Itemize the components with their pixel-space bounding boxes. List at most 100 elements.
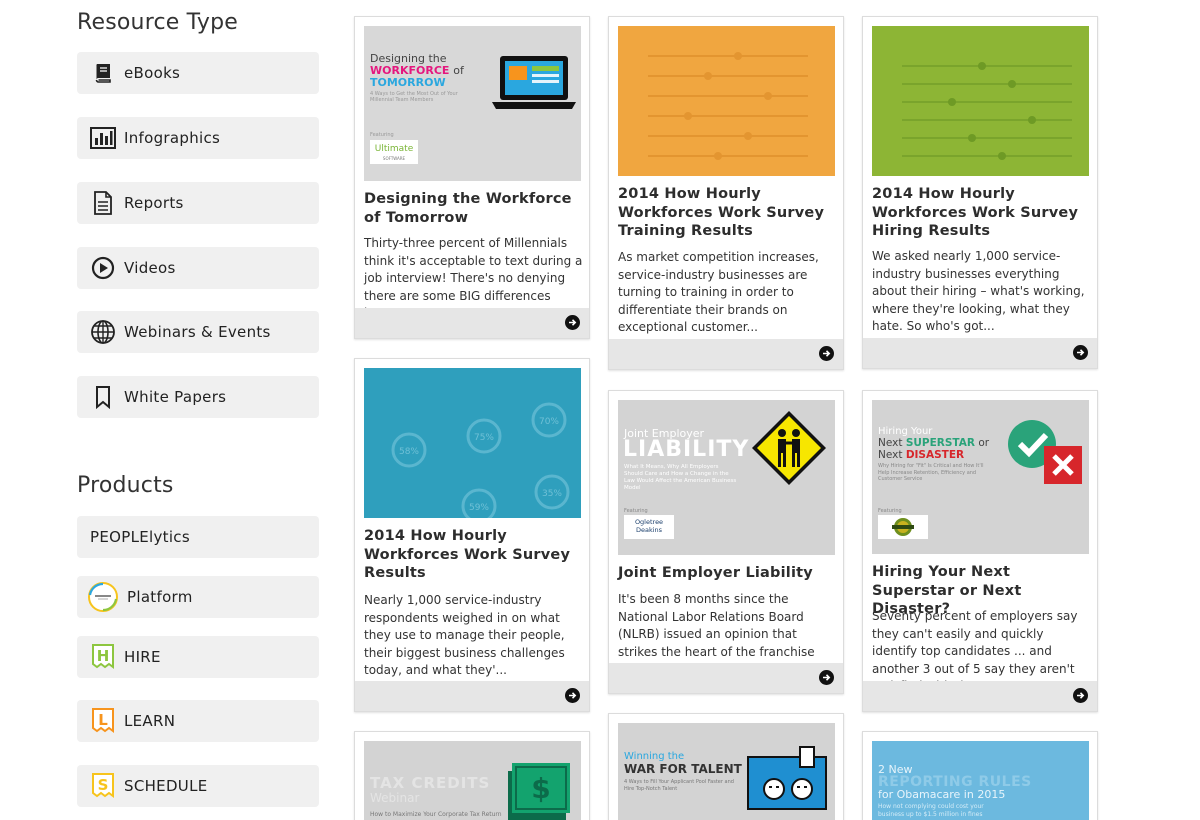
product-peoplelytics-button[interactable]: PEOPLElytics xyxy=(77,516,319,558)
filter-videos-label: Videos xyxy=(124,259,176,277)
thumb-text: for Obamacare in 2015 xyxy=(878,788,1006,801)
thumb-text: Hiring Your xyxy=(878,426,933,437)
resource-card[interactable]: 2014 How Hourly Workforces Work Survey T… xyxy=(608,16,844,370)
card-title[interactable]: Designing the Workforce of Tomorrow xyxy=(364,190,582,227)
document-icon xyxy=(90,190,116,216)
stat-label: 70% xyxy=(539,417,559,427)
card-description: As market competition increases, service… xyxy=(618,250,819,335)
platform-logo-icon xyxy=(87,581,119,613)
product-hire-label: HIRE xyxy=(124,648,161,666)
card-title[interactable]: Joint Employer Liability xyxy=(618,564,836,583)
thumb-text: TAX CREDITS xyxy=(370,774,491,792)
thumb-text: Why Hiring for "Fit" Is Critical and How… xyxy=(878,463,984,482)
resource-card[interactable]: Hiring Your Next SUPERSTAR or Next DISAS… xyxy=(862,390,1098,712)
thumb-text: Featuring xyxy=(878,508,902,514)
money-icon: $ xyxy=(508,763,570,820)
product-learn-button[interactable]: L LEARN xyxy=(77,700,319,742)
arrow-right-icon[interactable] xyxy=(819,346,834,361)
products-heading: Products xyxy=(77,473,174,498)
arrow-right-icon[interactable] xyxy=(1073,345,1088,360)
card-description: Nearly 1,000 service-industry respondent… xyxy=(364,593,565,678)
learn-logo-letter: L xyxy=(98,711,108,729)
resource-card[interactable]: Joint Employer LIABILITY What It Means, … xyxy=(608,390,844,694)
card-title[interactable]: 2014 How Hourly Workforces Work Survey T… xyxy=(618,185,836,241)
card-thumbnail[interactable]: Hiring Your Next SUPERSTAR or Next DISAS… xyxy=(872,400,1089,554)
filter-white-papers-button[interactable]: White Papers xyxy=(77,376,319,418)
card-thumbnail[interactable]: TAX CREDITS Webinar How to Maximize Your… xyxy=(364,741,581,820)
card-thumbnail[interactable]: Winning the WAR FOR TALENT 4 Ways to Fil… xyxy=(618,723,835,820)
card-thumbnail[interactable]: Joint Employer LIABILITY What It Means, … xyxy=(618,400,835,555)
card-description: We asked nearly 1,000 service-industry b… xyxy=(872,249,1085,334)
resource-card[interactable]: TAX CREDITS Webinar How to Maximize Your… xyxy=(354,731,590,820)
filter-ebooks-button[interactable]: eBooks xyxy=(77,52,319,94)
thumb-text: 4 Ways to Get the Most Out of Your Mille… xyxy=(370,91,458,103)
ultimate-logo: Ultimate SOFTWARE xyxy=(370,140,418,164)
sponsor-logo xyxy=(878,515,928,539)
product-learn-label: LEARN xyxy=(124,712,176,730)
product-hire-button[interactable]: H HIRE xyxy=(77,636,319,678)
thumb-text: How to Maximize Your Corporate Tax Retur… xyxy=(370,811,502,818)
filter-reports-label: Reports xyxy=(124,194,184,212)
thumb-text: How not complying could cost your busine… xyxy=(878,803,984,818)
filter-reports-button[interactable]: Reports xyxy=(77,182,319,224)
bar-chart-icon xyxy=(90,125,116,151)
play-icon xyxy=(90,255,116,281)
bookmark-icon xyxy=(90,384,116,410)
ogletree-logo: Ogletree Deakins xyxy=(624,515,674,539)
arrow-right-icon[interactable] xyxy=(565,315,580,330)
svg-text:$: $ xyxy=(531,772,550,805)
thumb-text: Next xyxy=(878,437,903,449)
thumb-text: Webinar xyxy=(370,791,420,805)
resource-card[interactable]: 2014 How Hourly Workforces Work Survey H… xyxy=(862,16,1098,369)
thumb-text: What It Means, Why All Employers Should … xyxy=(624,464,737,491)
thumb-text: DISASTER xyxy=(905,449,965,461)
product-platform-label: Platform xyxy=(127,588,193,606)
filter-infographics-button[interactable]: Infographics xyxy=(77,117,319,159)
card-thumbnail[interactable]: Designing the WORKFORCE of TOMORROW 4 Wa… xyxy=(364,26,581,181)
card-footer xyxy=(863,338,1097,368)
arrow-right-icon[interactable] xyxy=(1073,688,1088,703)
thumb-text: TOMORROW xyxy=(370,76,446,89)
product-peoplelytics-label: PEOPLElytics xyxy=(90,528,190,546)
card-title[interactable]: 2014 How Hourly Workforces Work Survey R… xyxy=(364,527,582,583)
thumb-text: or xyxy=(978,437,990,449)
schedule-logo-letter: S xyxy=(98,776,109,794)
card-thumbnail[interactable] xyxy=(872,26,1089,176)
thumb-text: WAR FOR TALENT xyxy=(624,762,742,776)
thumb-text: SOFTWARE xyxy=(382,156,406,161)
resource-card[interactable]: Winning the WAR FOR TALENT 4 Ways to Fil… xyxy=(608,713,844,820)
arrow-right-icon[interactable] xyxy=(565,688,580,703)
resource-type-heading: Resource Type xyxy=(77,10,239,35)
thumb-text: SUPERSTAR xyxy=(905,437,975,449)
resource-card[interactable]: Designing the WORKFORCE of TOMORROW 4 Wa… xyxy=(354,16,590,339)
arrow-right-icon[interactable] xyxy=(819,670,834,685)
learn-logo-icon: L xyxy=(90,708,116,734)
filter-webinars-events-button[interactable]: Webinars & Events xyxy=(77,311,319,353)
thumb-text: 4 Ways to Fill Your Applicant Pool Faste… xyxy=(624,779,734,792)
card-title[interactable]: 2014 How Hourly Workforces Work Survey H… xyxy=(872,185,1090,241)
card-footer xyxy=(609,339,843,369)
stat-label: 59% xyxy=(469,503,489,513)
resource-card[interactable]: 58% 75% 70% 59% 35% 2014 How Hourly Work… xyxy=(354,358,590,712)
laptop-icon xyxy=(492,56,576,109)
check-cross-icon xyxy=(1008,420,1082,484)
thumb-text: of xyxy=(453,64,464,77)
filter-ebooks-label: eBooks xyxy=(124,64,181,82)
globe-icon xyxy=(90,319,116,345)
product-schedule-button[interactable]: S SCHEDULE xyxy=(77,765,319,807)
id-badge-icon xyxy=(747,746,827,810)
book-icon xyxy=(90,60,116,86)
filter-white-papers-label: White Papers xyxy=(124,388,227,406)
filter-videos-button[interactable]: Videos xyxy=(77,247,319,289)
card-thumbnail[interactable]: 2 New REPORTING RULES for Obamacare in 2… xyxy=(872,741,1089,820)
resource-card[interactable]: 2 New REPORTING RULES for Obamacare in 2… xyxy=(862,731,1098,820)
card-thumbnail[interactable] xyxy=(618,26,835,176)
card-thumbnail[interactable]: 58% 75% 70% 59% 35% xyxy=(364,368,581,518)
card-footer xyxy=(355,308,589,338)
stat-label: 35% xyxy=(542,489,562,499)
thumb-text: LIABILITY xyxy=(623,437,750,462)
product-platform-button[interactable]: Platform xyxy=(77,576,319,618)
card-footer xyxy=(863,681,1097,711)
card-footer xyxy=(609,663,843,693)
filter-webinars-events-label: Webinars & Events xyxy=(124,323,271,341)
